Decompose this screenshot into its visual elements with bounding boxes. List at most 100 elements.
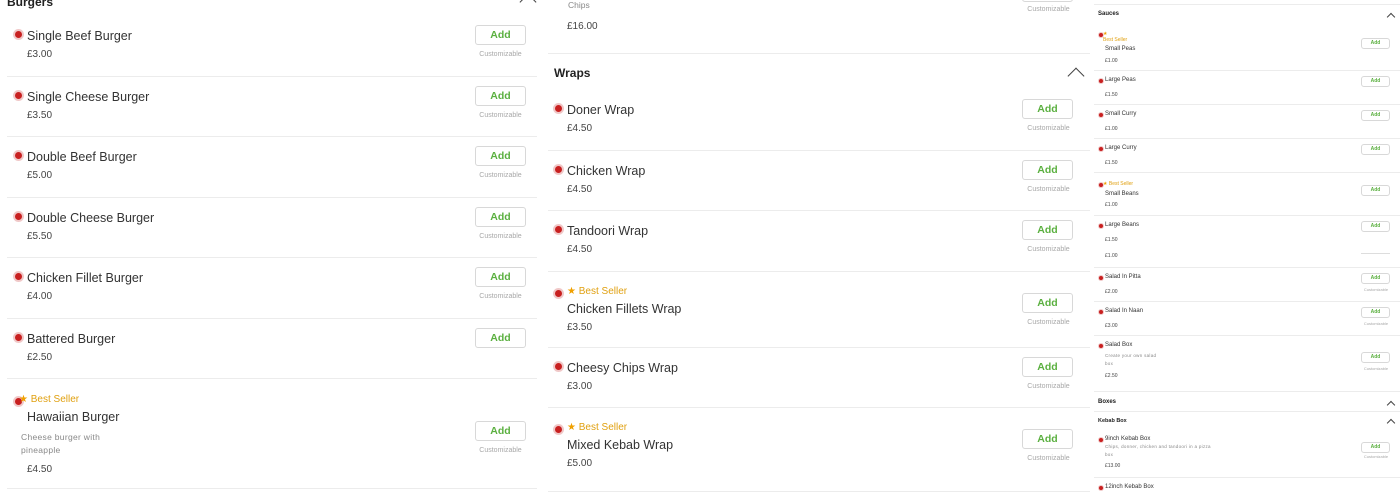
item-price: £1.50 <box>1105 92 1118 98</box>
star-icon: ★ <box>567 422 576 433</box>
menu-item: Chicken Wrap £4.50 Add Customizable <box>548 151 1090 211</box>
item-name: Double Beef Burger <box>27 150 137 164</box>
star-icon: ★ <box>567 285 576 297</box>
menu-item: Large Curry £1.50 Add <box>1094 139 1400 173</box>
veg-indicator-icon <box>1099 224 1103 228</box>
item-price: £3.00 <box>1105 323 1118 329</box>
chevron-up-icon[interactable] <box>1386 400 1396 410</box>
customizable-label: Customizable <box>479 447 522 454</box>
veg-indicator-icon <box>555 362 562 370</box>
veg-indicator-icon <box>15 31 22 38</box>
item-price: £4.50 <box>567 183 593 195</box>
add-button[interactable]: Add <box>1022 429 1073 449</box>
customizable-label: Customizable <box>479 51 522 58</box>
add-button[interactable]: Add <box>1022 292 1073 313</box>
item-price: £3.50 <box>27 109 53 121</box>
item-name: Salad In Pitta <box>1105 274 1141 280</box>
add-button[interactable]: Add <box>1022 356 1073 377</box>
item-description: Cheese burger with pineapple <box>21 432 101 455</box>
add-button[interactable]: Add <box>1361 221 1390 232</box>
boxes-section-header[interactable]: Boxes <box>1094 392 1400 412</box>
item-name: Mixed Kebab Wrap <box>567 438 674 452</box>
add-button[interactable]: Add <box>1361 144 1390 155</box>
menu-item: Small Curry £1.00 Add <box>1094 105 1400 139</box>
badge-label: Best Seller <box>578 285 628 297</box>
item-price: £1.00 <box>1105 253 1118 259</box>
burgers-section-header[interactable]: Burgers <box>0 0 538 16</box>
customizable-label: Customizable <box>1027 382 1070 390</box>
veg-indicator-icon <box>555 165 562 173</box>
best-seller-badge: ★ Best Seller <box>1103 181 1133 187</box>
add-button[interactable]: Add <box>1361 76 1390 87</box>
sauces-section-header[interactable]: Sauces <box>1094 5 1400 27</box>
add-button[interactable]: Add <box>1022 99 1073 119</box>
best-seller-badge: ★ Best Seller <box>1103 31 1127 43</box>
add-button[interactable]: Add <box>1022 159 1073 180</box>
veg-indicator-icon <box>1099 147 1103 151</box>
kebab-box-subsection-header[interactable]: Kebab Box <box>1094 412 1400 430</box>
customizable-label: Customizable <box>1027 246 1070 253</box>
menu-item: Double Cheese Burger £5.50 Add Customiza… <box>7 198 537 258</box>
veg-indicator-icon <box>555 289 562 297</box>
item-price: £1.00 <box>1105 126 1118 132</box>
section-title: Wraps <box>554 66 591 80</box>
menu-item: Battered Burger £2.50 Add <box>7 319 537 379</box>
menu-item: ★ Best Seller Small Beans £1.00 Add <box>1094 173 1400 216</box>
item-price: £4.00 <box>27 291 53 302</box>
chevron-up-icon[interactable] <box>519 0 537 11</box>
customizable-label: Customizable <box>1027 455 1070 462</box>
subsection-title: Kebab Box <box>1098 418 1127 424</box>
item-name: Salad Box <box>1105 342 1133 348</box>
customizable-label: Customizable <box>1027 6 1070 13</box>
veg-indicator-icon <box>555 426 562 433</box>
add-button[interactable]: Add <box>1361 110 1390 121</box>
chevron-up-icon[interactable] <box>1067 67 1085 85</box>
veg-indicator-icon <box>555 105 562 112</box>
add-button[interactable]: Add <box>475 421 526 441</box>
add-button[interactable]: Add <box>475 85 526 106</box>
menu-item: 12inch Kebab Box <box>1094 478 1400 500</box>
add-button[interactable]: Add <box>475 25 526 45</box>
section-title: Burgers <box>7 0 54 9</box>
add-button[interactable]: Add <box>1361 38 1390 49</box>
item-price: £3.50 <box>567 321 593 333</box>
add-button[interactable]: Add <box>475 146 526 166</box>
section-title: Sauces <box>1098 11 1120 17</box>
item-price: £5.00 <box>567 458 593 469</box>
item-price: £2.00 <box>1105 289 1118 295</box>
item-name: Chicken Wrap <box>567 163 646 178</box>
add-button[interactable]: Add <box>1022 220 1073 240</box>
item-name: Doner Wrap <box>567 103 635 117</box>
item-price: £5.50 <box>27 230 53 242</box>
add-button[interactable]: Add <box>475 267 526 287</box>
add-button[interactable]: Add <box>1361 442 1390 453</box>
item-name: Single Beef Burger <box>27 29 132 43</box>
add-button[interactable]: Add <box>1361 352 1390 363</box>
veg-indicator-icon <box>1099 486 1103 490</box>
add-button[interactable]: Add <box>1361 273 1390 284</box>
veg-indicator-icon <box>1099 310 1103 314</box>
item-name: Salad In Naan <box>1105 308 1144 314</box>
best-seller-badge: ★ Best Seller <box>19 394 79 405</box>
section-title: Boxes <box>1098 399 1117 405</box>
menu-item: ★ Best Seller Small Peas £1.00 Add <box>1094 27 1400 71</box>
item-name: Chicken Fillet Burger <box>27 271 144 285</box>
item-name: Tandoori Wrap <box>567 224 649 238</box>
wraps-column: Chips £16.00 Customizable Wraps Doner Wr… <box>548 0 1090 500</box>
add-button[interactable]: Add <box>1361 185 1390 196</box>
item-name: 12inch Kebab Box <box>1105 484 1154 490</box>
add-button[interactable]: Add <box>475 206 526 227</box>
menu-item: ★ Best Seller Mixed Kebab Wrap £5.00 Add… <box>548 408 1090 492</box>
wraps-section-header[interactable]: Wraps <box>548 54 1090 90</box>
item-name: Small Beans <box>1105 191 1139 197</box>
chevron-up-icon[interactable] <box>1386 12 1396 22</box>
badge-label: Best Seller <box>1108 181 1134 187</box>
add-button[interactable]: Add <box>1361 307 1390 318</box>
best-seller-badge: ★ Best Seller <box>567 286 627 297</box>
add-button[interactable]: Add <box>475 327 526 348</box>
customizable-label: Customizable <box>1363 454 1389 459</box>
chevron-up-icon[interactable] <box>1386 418 1396 428</box>
add-button[interactable] <box>1022 0 1073 2</box>
customizable-label: Customizable <box>479 232 522 240</box>
item-name: Battered Burger <box>27 331 116 346</box>
